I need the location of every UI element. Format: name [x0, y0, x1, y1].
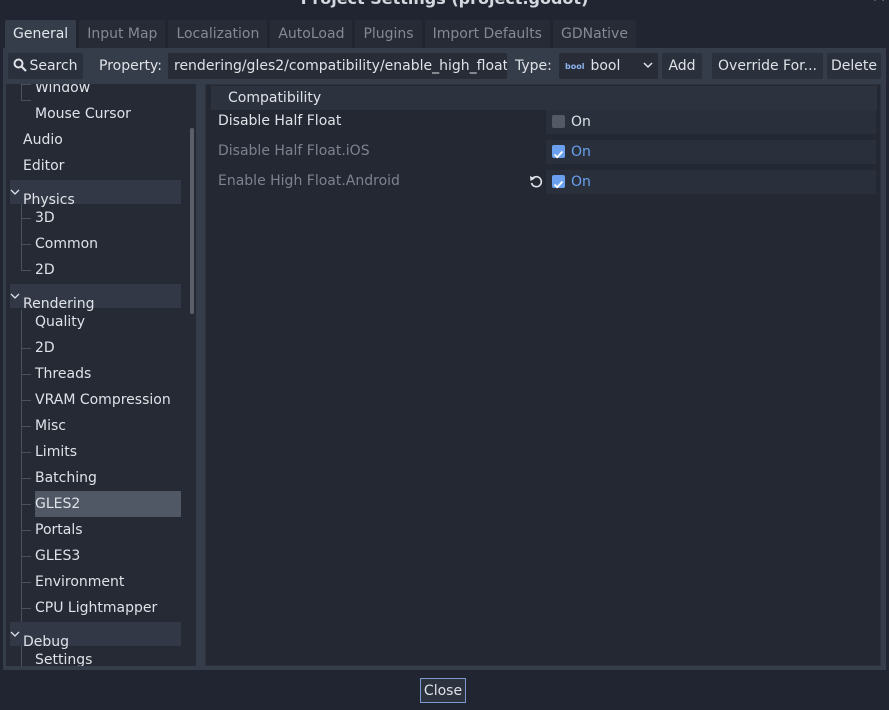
search-icon	[13, 55, 28, 72]
checkbox-label: On	[571, 144, 591, 160]
checkbox-unchecked-icon[interactable]	[552, 115, 565, 128]
tree-item-3d[interactable]: 3D	[35, 206, 55, 230]
close-window-icon[interactable]: ✕	[871, 0, 887, 8]
property-value-enable-high-float-android[interactable]: On	[546, 170, 876, 194]
tree-item-editor[interactable]: Editor	[23, 154, 64, 178]
property-name: Disable Half Float.iOS	[218, 143, 370, 159]
chevron-down-icon	[643, 53, 653, 79]
tree-item-misc[interactable]: Misc	[35, 414, 66, 438]
tab-plugins[interactable]: Plugins	[355, 20, 422, 48]
close-button[interactable]: Close	[420, 678, 466, 703]
tree-item-audio[interactable]: Audio	[23, 128, 63, 152]
tree-item-portals[interactable]: Portals	[35, 518, 83, 542]
tab-input-map[interactable]: Input Map	[79, 20, 166, 48]
tree-item-window[interactable]: Window	[35, 84, 90, 100]
type-select[interactable]: bool bool	[559, 53, 658, 79]
tree-item-common[interactable]: Common	[35, 232, 98, 256]
tree-item-batching[interactable]: Batching	[35, 466, 97, 490]
revert-icon[interactable]	[528, 173, 544, 189]
chevron-down-icon	[10, 180, 23, 212]
tree-item-gles2[interactable]: GLES2	[35, 492, 80, 516]
chevron-down-icon	[10, 622, 23, 654]
tree-item-cpu-lightmapper[interactable]: CPU Lightmapper	[35, 596, 157, 620]
settings-tree: Window Mouse Cursor Audio Editor Physics…	[6, 84, 196, 666]
checkbox-label: On	[571, 174, 591, 190]
tree-item-2d[interactable]: 2D	[35, 258, 55, 282]
property-input[interactable]: rendering/gles2/compatibility/enable_hig…	[168, 53, 507, 79]
tree-item-2d[interactable]: 2D	[35, 336, 55, 360]
checkbox-checked-icon[interactable]	[552, 145, 565, 159]
tab-general[interactable]: General	[5, 20, 77, 48]
property-label: Property:	[99, 58, 162, 74]
chevron-down-icon	[10, 284, 23, 316]
tree-item-mouse-cursor[interactable]: Mouse Cursor	[35, 102, 131, 126]
search-button[interactable]: Search	[8, 53, 83, 79]
tree-section-physics[interactable]: Physics	[10, 180, 181, 208]
tree-scrollbar[interactable]	[190, 128, 194, 314]
property-value-disable-half-float-ios[interactable]: On	[546, 140, 876, 164]
tree-item-gles3[interactable]: GLES3	[35, 544, 80, 568]
checkbox-checked-icon[interactable]	[552, 175, 565, 189]
tree-item-vram-compression[interactable]: VRAM Compression	[35, 388, 171, 412]
section-title: Compatibility	[228, 90, 322, 106]
type-select-value: bool	[590, 58, 621, 74]
tab-bar: General Input Map Localization AutoLoad …	[5, 20, 639, 48]
tree-item-limits[interactable]: Limits	[35, 440, 77, 464]
property-name: Disable Half Float	[218, 113, 342, 129]
tree-item-quality[interactable]: Quality	[35, 310, 85, 334]
tree-item-settings[interactable]: Settings	[35, 648, 92, 666]
checkbox-label: On	[571, 114, 591, 130]
tab-autoload[interactable]: AutoLoad	[270, 20, 353, 48]
type-label: Type:	[515, 58, 552, 74]
property-value-disable-half-float[interactable]: On	[546, 110, 876, 134]
bool-type-icon: bool	[565, 62, 585, 71]
tree-item-threads[interactable]: Threads	[35, 362, 91, 386]
property-name: Enable High Float.Android	[218, 173, 400, 189]
override-for-button[interactable]: Override For...	[712, 53, 823, 79]
tab-import-defaults[interactable]: Import Defaults	[424, 20, 550, 48]
section-header: Compatibility	[211, 86, 877, 110]
tree-item-environment[interactable]: Environment	[35, 570, 124, 594]
window-title: Project Settings (project.godot)	[0, 0, 889, 10]
delete-button[interactable]: Delete	[827, 53, 881, 79]
tab-gdnative[interactable]: GDNative	[552, 20, 636, 48]
add-button[interactable]: Add	[662, 53, 702, 79]
tree-section-rendering[interactable]: Rendering	[10, 284, 181, 312]
search-button-label: Search	[29, 58, 78, 74]
tab-localization[interactable]: Localization	[168, 20, 268, 48]
tree-section-debug[interactable]: Debug	[10, 622, 181, 650]
